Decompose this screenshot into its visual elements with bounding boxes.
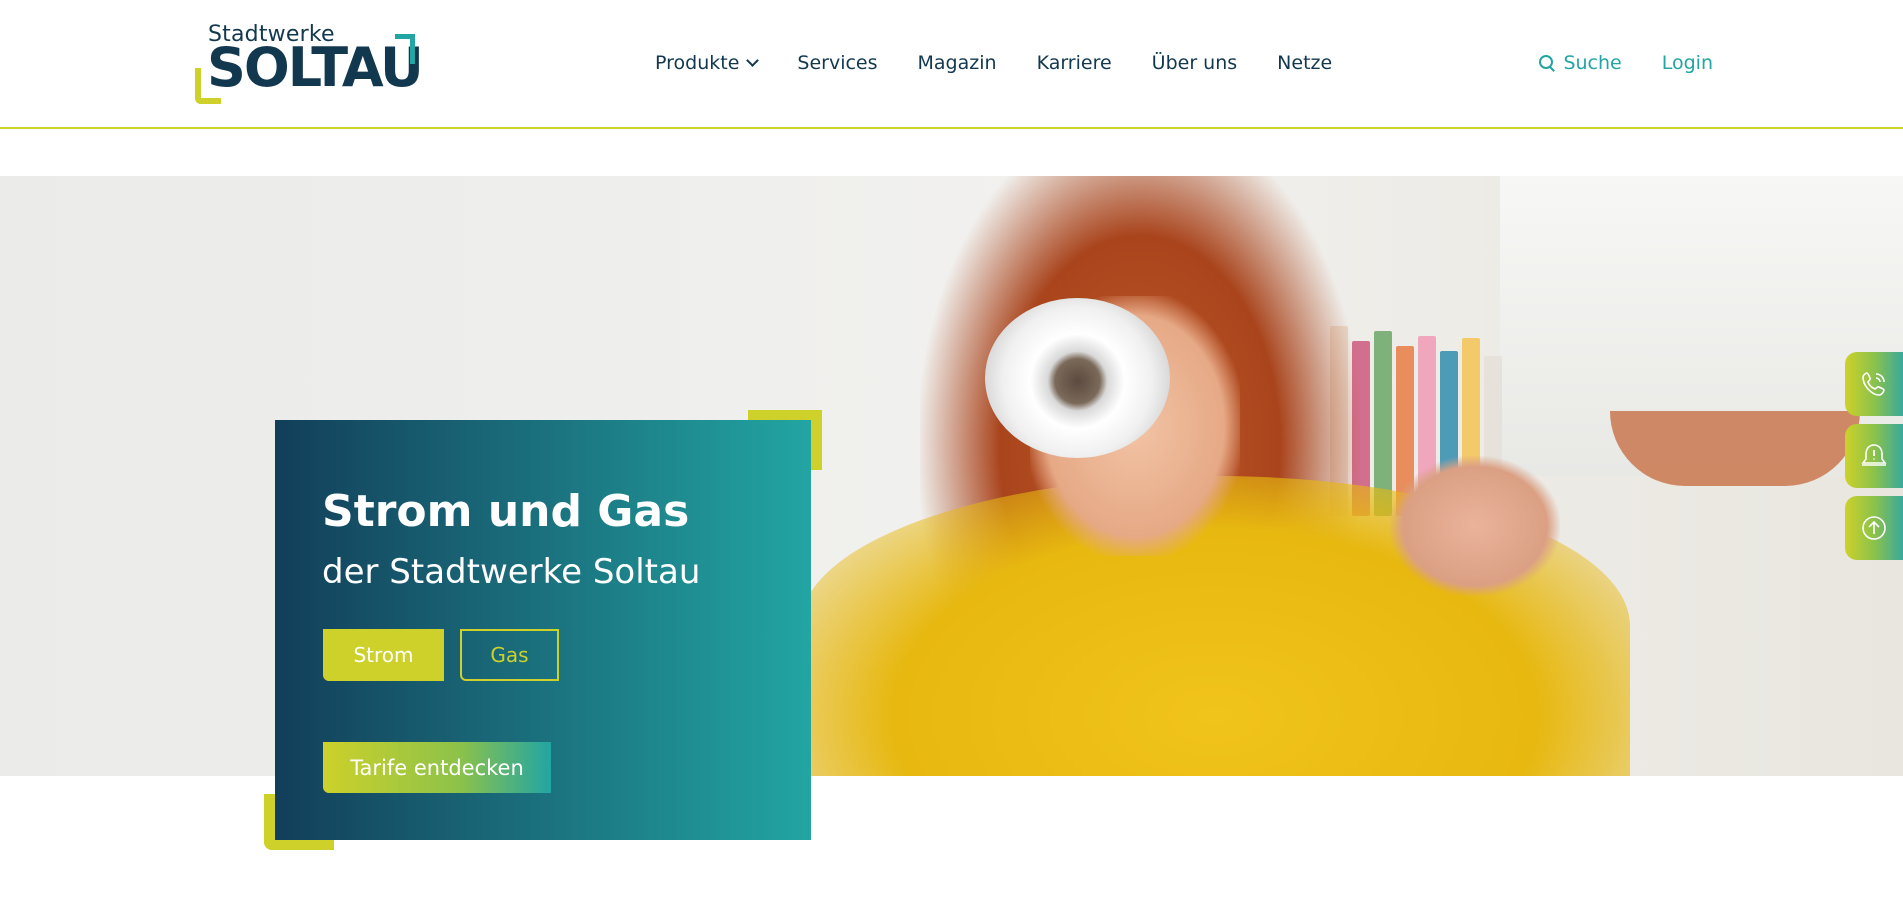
nav-item-label: Produkte (655, 52, 740, 74)
logo-bracket-left (195, 68, 221, 104)
nav-item-services[interactable]: Services (797, 52, 877, 74)
side-alert-button[interactable] (1845, 424, 1903, 488)
nav-item-label: Netze (1277, 52, 1333, 74)
nav-item-label: Services (797, 52, 878, 74)
search-label: Suche (1563, 52, 1622, 74)
chevron-down-icon (746, 54, 760, 67)
paper-telescope (985, 298, 1170, 458)
pointing-hand (1390, 456, 1560, 596)
logo-bracket-right (395, 34, 415, 64)
hero-subtitle: der Stadtwerke Soltau (322, 552, 701, 592)
hero-card: Strom und Gas der Stadtwerke Soltau Stro… (275, 420, 811, 840)
nav-item-ueber-uns[interactable]: Über uns (1152, 52, 1238, 74)
toggle-strom[interactable]: Strom (323, 629, 444, 681)
side-scroll-top-button[interactable] (1845, 496, 1903, 560)
site-header: Stadtwerke SOLTAU Produkte Services Maga… (0, 0, 1903, 129)
main-nav: Produkte Services Magazin Karriere Über … (655, 52, 1372, 74)
nav-item-label: Karriere (1036, 52, 1112, 74)
nav-item-netze[interactable]: Netze (1277, 52, 1332, 74)
logo[interactable]: Stadtwerke SOLTAU (195, 22, 424, 106)
search-icon (1539, 55, 1555, 71)
nav-item-label: Über uns (1151, 52, 1238, 74)
nav-item-karriere[interactable]: Karriere (1037, 52, 1112, 74)
alert-bell-icon (1861, 444, 1887, 466)
login-link[interactable]: Login (1662, 52, 1713, 74)
utility-nav: Suche Login (1499, 52, 1713, 74)
background-bowl (1610, 411, 1860, 486)
arrow-up-icon (1862, 516, 1886, 540)
tarife-entdecken-button[interactable]: Tarife entdecken (323, 742, 551, 793)
logo-line-2: SOLTAU (207, 36, 424, 99)
side-contact-button[interactable] (1845, 352, 1903, 416)
phone-icon (1862, 372, 1885, 396)
toggle-gas[interactable]: Gas (460, 629, 559, 681)
nav-item-magazin[interactable]: Magazin (918, 52, 997, 74)
nav-item-produkte[interactable]: Produkte (655, 52, 760, 74)
nav-item-label: Magazin (917, 52, 997, 74)
login-label: Login (1661, 52, 1713, 74)
hero-title: Strom und Gas (322, 486, 690, 537)
search-button[interactable]: Suche (1539, 52, 1622, 74)
